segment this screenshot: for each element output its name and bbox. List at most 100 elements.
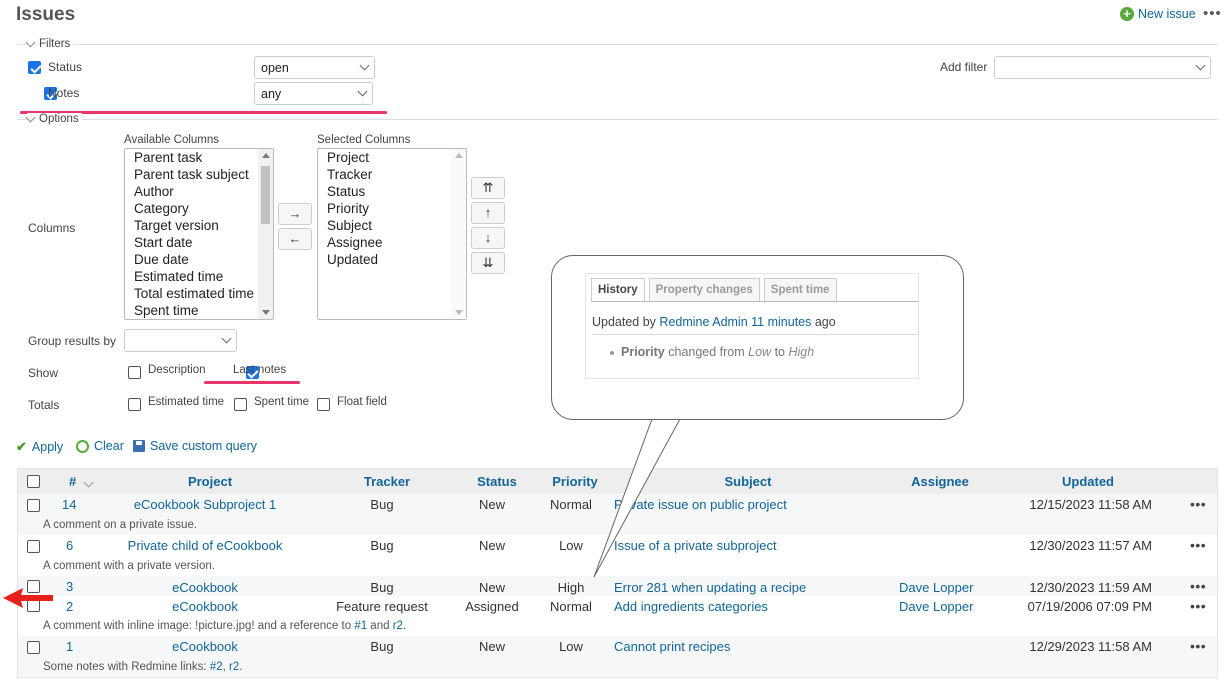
- revision-link[interactable]: r2: [229, 661, 239, 673]
- available-column-item[interactable]: Total estimated time: [125, 285, 273, 302]
- scrollbar-thumb[interactable]: [261, 166, 270, 224]
- options-legend[interactable]: Options: [25, 112, 82, 125]
- row-menu-icon[interactable]: •••: [1190, 636, 1206, 657]
- row-checkbox[interactable]: [27, 499, 40, 512]
- selected-column-item[interactable]: Tracker: [318, 166, 466, 183]
- selected-column-item[interactable]: Updated: [318, 251, 466, 268]
- page-title: Issues: [16, 4, 76, 25]
- row-menu-icon[interactable]: •••: [1190, 535, 1206, 556]
- show-description-checkbox[interactable]: [128, 366, 141, 379]
- updated-cell: 12/30/2023 11:59 AM: [1029, 580, 1152, 595]
- row-menu-icon[interactable]: •••: [1190, 494, 1206, 515]
- row-menu-icon[interactable]: •••: [1190, 596, 1206, 617]
- move-down-button[interactable]: ↓: [471, 227, 505, 249]
- sort-desc-icon: [83, 477, 94, 488]
- selected-column-item[interactable]: Priority: [318, 200, 466, 217]
- selected-column-item[interactable]: Assignee: [318, 234, 466, 251]
- add-filter-select[interactable]: [994, 56, 1211, 79]
- available-column-item[interactable]: Start date: [125, 234, 273, 251]
- history-callout: History Property changes Spent time Upda…: [551, 255, 964, 420]
- tab-property-changes[interactable]: Property changes: [648, 278, 760, 301]
- project-link[interactable]: eCookbook Subproject 1: [110, 494, 300, 515]
- group-results-select[interactable]: [124, 329, 237, 352]
- options-fieldset-border: [17, 119, 1218, 120]
- status-filter-checkbox[interactable]: [28, 61, 41, 74]
- column-header-subject[interactable]: Subject: [668, 471, 828, 492]
- column-header-status[interactable]: Status: [452, 471, 542, 492]
- show-last-notes-label: Last notes: [233, 364, 287, 376]
- journal-author-link[interactable]: Redmine Admin: [659, 315, 747, 329]
- total-estimated-checkbox[interactable]: [128, 398, 141, 411]
- save-query-link[interactable]: Save custom query: [133, 439, 257, 453]
- row-menu-icon[interactable]: •••: [1190, 576, 1206, 597]
- assignee-link[interactable]: Dave Lopper: [899, 596, 973, 617]
- available-column-item[interactable]: Parent task: [125, 149, 273, 166]
- subject-link[interactable]: Add ingredients categories: [614, 596, 768, 617]
- select-all-checkbox[interactable]: [27, 475, 40, 488]
- filters-legend[interactable]: Filters: [25, 37, 74, 50]
- selected-columns-scrollbar[interactable]: [451, 149, 466, 319]
- updated-cell: 12/15/2023 11:58 AM: [1029, 497, 1152, 512]
- issue-reference-link[interactable]: #1: [354, 620, 367, 632]
- available-column-item[interactable]: Target version: [125, 217, 273, 234]
- column-header-updated[interactable]: Updated: [1018, 471, 1158, 492]
- assignee-link[interactable]: Dave Lopper: [899, 577, 973, 598]
- issue-id-link[interactable]: 6: [66, 535, 73, 556]
- issue-id-link[interactable]: 1: [66, 636, 73, 657]
- move-bottom-button[interactable]: ⇊: [471, 252, 505, 274]
- scroll-up-icon[interactable]: [455, 153, 463, 158]
- total-spent-checkbox[interactable]: [234, 398, 247, 411]
- project-link[interactable]: eCookbook: [110, 577, 300, 598]
- selected-column-item[interactable]: Project: [318, 149, 466, 166]
- last-note-text: .: [402, 620, 407, 632]
- status-filter-select[interactable]: open: [254, 56, 375, 79]
- table-row[interactable]: 2 eCookbook Feature request Assigned Nor…: [18, 596, 1217, 616]
- tab-history[interactable]: History: [591, 278, 645, 301]
- scroll-up-icon[interactable]: [262, 153, 270, 158]
- move-top-button[interactable]: ⇈: [471, 177, 505, 199]
- new-issue-link[interactable]: + New issue: [1120, 7, 1196, 21]
- remove-column-button[interactable]: ←: [278, 228, 312, 250]
- selected-column-item[interactable]: Subject: [318, 217, 466, 234]
- available-column-item[interactable]: Category: [125, 200, 273, 217]
- project-link[interactable]: eCookbook: [110, 636, 300, 657]
- available-columns-scrollbar[interactable]: [258, 149, 273, 319]
- table-row[interactable]: 1 eCookbook Bug New Low Cannot print rec…: [18, 636, 1217, 657]
- project-link[interactable]: Private child of eCookbook: [110, 535, 300, 556]
- project-link[interactable]: eCookbook: [110, 596, 300, 617]
- scroll-down-icon[interactable]: [455, 310, 463, 315]
- scroll-down-icon[interactable]: [262, 310, 270, 315]
- revision-link[interactable]: r2: [393, 620, 403, 632]
- clear-link[interactable]: Clear: [76, 439, 124, 453]
- journal-time-link[interactable]: 11 minutes: [751, 315, 811, 329]
- row-checkbox[interactable]: [27, 641, 40, 654]
- issue-id-link[interactable]: 3: [66, 577, 73, 597]
- apply-link[interactable]: ✔ Apply: [16, 439, 63, 455]
- last-notes-annotation-underline: [204, 381, 300, 384]
- issue-id-link[interactable]: 2: [66, 596, 73, 617]
- red-arrow-shape: [3, 588, 53, 608]
- total-float-checkbox[interactable]: [317, 398, 330, 411]
- subject-link[interactable]: Cannot print recipes: [614, 636, 730, 657]
- move-up-button[interactable]: ↑: [471, 202, 505, 224]
- available-column-item[interactable]: Estimated time: [125, 268, 273, 285]
- tab-spent-time[interactable]: Spent time: [763, 278, 837, 301]
- column-header-tracker[interactable]: Tracker: [337, 471, 437, 492]
- column-header-assignee[interactable]: Assignee: [890, 471, 990, 492]
- column-header-id[interactable]: #: [69, 471, 94, 492]
- selected-column-item[interactable]: Status: [318, 183, 466, 200]
- available-column-item[interactable]: Author: [125, 183, 273, 200]
- apply-label: Apply: [31, 440, 64, 454]
- available-columns-list[interactable]: Parent task Parent task subject Author C…: [124, 148, 274, 320]
- notes-filter-select[interactable]: any: [254, 82, 373, 105]
- issue-reference-link[interactable]: #2: [210, 661, 223, 673]
- available-column-item[interactable]: Spent time: [125, 302, 273, 319]
- available-column-item[interactable]: Parent task subject: [125, 166, 273, 183]
- row-checkbox[interactable]: [27, 540, 40, 553]
- issue-id-link[interactable]: 14: [62, 494, 76, 515]
- more-actions-icon[interactable]: •••: [1203, 5, 1222, 22]
- add-column-button[interactable]: →: [278, 203, 312, 225]
- column-header-project[interactable]: Project: [110, 471, 310, 492]
- available-column-item[interactable]: Due date: [125, 251, 273, 268]
- selected-columns-list[interactable]: Project Tracker Status Priority Subject …: [317, 148, 467, 320]
